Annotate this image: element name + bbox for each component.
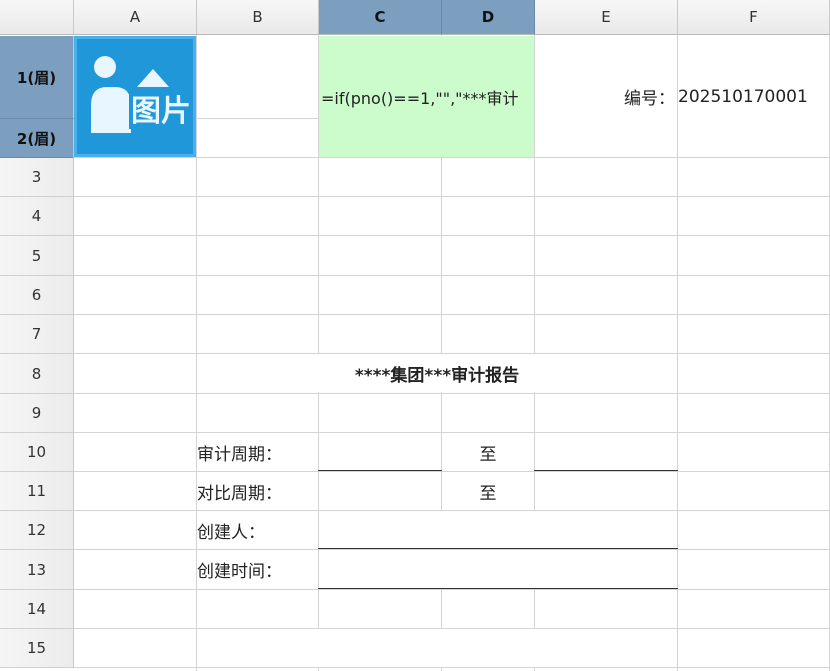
- row-header-12[interactable]: 12: [0, 511, 74, 550]
- compare-period-label-cell[interactable]: 对比周期：: [197, 472, 318, 510]
- row-header-3[interactable]: 3: [0, 158, 74, 197]
- col-header-b[interactable]: B: [197, 0, 319, 35]
- row-header-11[interactable]: 11: [0, 472, 74, 511]
- col-header-a[interactable]: A: [74, 0, 197, 35]
- serial-label: 编号：: [624, 89, 675, 109]
- row-header-14[interactable]: 14: [0, 590, 74, 629]
- col-header-f[interactable]: F: [678, 0, 830, 35]
- create-time-value-cell[interactable]: [319, 550, 677, 588]
- formula-cell[interactable]: =if(pno()==1,"","***审计: [319, 36, 534, 157]
- row-header-2[interactable]: 2(眉): [0, 119, 74, 158]
- image-placeholder[interactable]: 图片: [74, 36, 196, 157]
- audit-period-start-underline: [318, 470, 442, 471]
- report-title-cell[interactable]: ****集团***审计报告: [197, 354, 677, 392]
- creator-label: 创建人：: [197, 522, 265, 543]
- row-header-6[interactable]: 6: [0, 276, 74, 315]
- row-header-4[interactable]: 4: [0, 197, 74, 236]
- row-header-1[interactable]: 1(眉): [0, 36, 74, 119]
- compare-period-label: 对比周期：: [197, 483, 282, 504]
- formula-text: =if(pno()==1,"","***审计: [321, 88, 519, 108]
- row-header-9[interactable]: 9: [0, 394, 74, 433]
- audit-period-label-cell[interactable]: 审计周期：: [197, 433, 318, 471]
- row15-merged-cell[interactable]: [197, 629, 677, 667]
- row-header-10[interactable]: 10: [0, 433, 74, 472]
- b2-cell[interactable]: [197, 119, 318, 157]
- report-title: ****集团***审计报告: [354, 365, 520, 386]
- create-time-underline: [318, 588, 678, 589]
- compare-period-to-cell[interactable]: 至: [442, 472, 534, 510]
- col-header-e[interactable]: E: [535, 0, 678, 35]
- create-time-label-cell[interactable]: 创建时间：: [197, 550, 318, 588]
- creator-label-cell[interactable]: 创建人：: [197, 511, 318, 549]
- compare-period-to: 至: [479, 483, 497, 504]
- audit-period-to: 至: [479, 444, 497, 465]
- row-header-8[interactable]: 8: [0, 354, 74, 394]
- serial-value: 202510170001: [678, 86, 808, 107]
- audit-period-to-cell[interactable]: 至: [442, 433, 534, 471]
- col-header-d[interactable]: D: [442, 0, 535, 35]
- row-header-13[interactable]: 13: [0, 550, 74, 590]
- image-placeholder-text: 图片: [131, 94, 191, 129]
- audit-period-end-underline: [534, 470, 678, 471]
- audit-period-label: 审计周期：: [197, 444, 282, 465]
- select-all-corner[interactable]: [0, 0, 74, 35]
- row-header-7[interactable]: 7: [0, 315, 74, 354]
- create-time-label: 创建时间：: [197, 561, 282, 582]
- creator-value-cell[interactable]: [319, 511, 677, 549]
- row-header-15[interactable]: 15: [0, 629, 74, 668]
- col-header-c[interactable]: C: [319, 0, 442, 35]
- row-header-5[interactable]: 5: [0, 236, 74, 276]
- serial-value-cell[interactable]: 202510170001: [678, 36, 829, 157]
- creator-underline: [318, 548, 678, 549]
- b1-cell[interactable]: [197, 36, 318, 118]
- serial-label-cell[interactable]: 编号：: [535, 36, 677, 157]
